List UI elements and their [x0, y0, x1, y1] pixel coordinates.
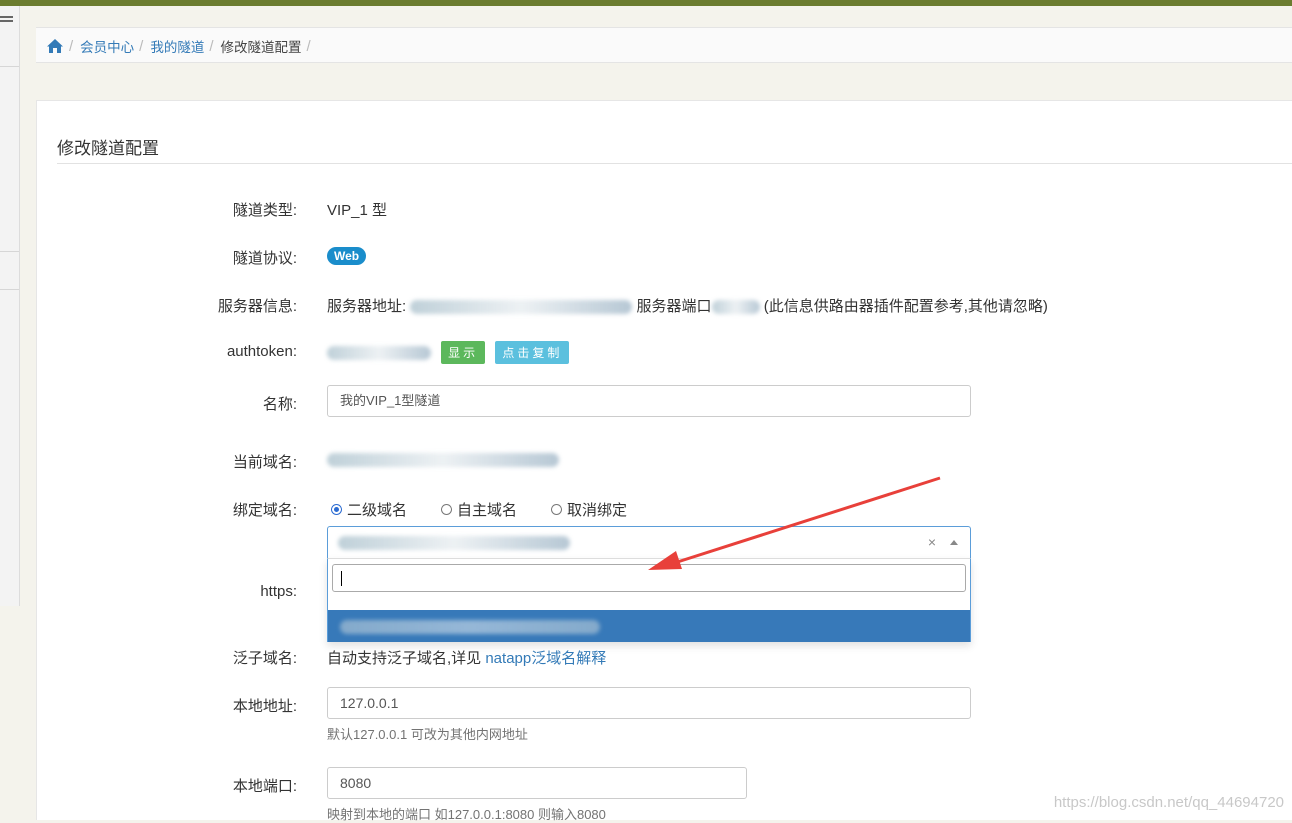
radio-unbind-dot[interactable] [551, 504, 563, 515]
breadcrumb-separator: / [139, 37, 144, 55]
radio-custom-domain-label: 自主域名 [457, 502, 518, 519]
breadcrumb-separator: / [69, 37, 74, 55]
tunnel-type-label: 隧道类型: [232, 202, 297, 219]
wildcard-value: 自动支持泛子域名,详见 natapp泛域名解释 [327, 647, 606, 668]
server-info-note: (此信息供路由器插件配置参考,其他请忽略) [763, 298, 1048, 315]
top-accent-bar [0, 0, 1292, 6]
page-title: 修改隧道配置 [57, 139, 159, 158]
copy-token-button[interactable]: 点击复制 [495, 341, 570, 364]
breadcrumb-separator: / [306, 37, 311, 55]
chevron-up-icon[interactable] [950, 540, 958, 545]
radio-subdomain[interactable]: 二级域名 [331, 499, 407, 520]
local-addr-help: 默认127.0.0.1 可改为其他内网地址 [327, 727, 528, 742]
menu-icon[interactable] [0, 16, 13, 18]
name-label: 名称: [262, 396, 297, 413]
redacted-server-addr [410, 300, 633, 315]
watermark: https://blog.csdn.net/qq_44694720 [1053, 794, 1284, 811]
authtoken-value: 显示 点击复制 [327, 341, 570, 364]
radio-custom-domain[interactable]: 自主域名 [441, 499, 517, 520]
redacted-current-domain [327, 453, 559, 468]
protocol-label: 隧道协议: [232, 250, 297, 267]
clear-selection-icon[interactable]: × [928, 534, 936, 550]
breadcrumb: / 会员中心 / 我的隧道 / 修改隧道配置 / [36, 27, 1292, 63]
wildcard-text: 自动支持泛子域名,详见 [327, 650, 486, 667]
sidebar-collapsed[interactable] [0, 6, 20, 606]
breadcrumb-separator: / [209, 37, 214, 55]
domain-search-input[interactable] [332, 564, 966, 592]
server-info-value: 服务器地址: 服务器端口 (此信息供路由器插件配置参考,其他请忽略) [327, 295, 1048, 316]
authtoken-label: authtoken: [226, 343, 297, 360]
radio-custom-domain-dot[interactable] [441, 504, 453, 515]
local-addr-input[interactable]: 127.0.0.1 [327, 687, 971, 719]
radio-unbind[interactable]: 取消绑定 [551, 499, 627, 520]
sidebar-divider [0, 251, 19, 252]
https-label: https: [260, 583, 297, 600]
name-input[interactable]: 我的VIP_1型隧道 [327, 385, 971, 417]
current-domain-value[interactable] [327, 451, 559, 468]
breadcrumb-member-center[interactable]: 会员中心 [80, 36, 134, 56]
sidebar-divider [0, 289, 19, 290]
redacted-selected-domain [338, 536, 570, 550]
domain-select[interactable]: × [327, 526, 971, 558]
sidebar-divider [0, 66, 19, 67]
server-addr-prefix: 服务器地址: [327, 298, 407, 315]
bind-domain-label: 绑定域名: [232, 502, 297, 519]
text-cursor [341, 571, 342, 586]
tunnel-type-value: VIP_1 型 [327, 202, 388, 219]
local-port-label: 本地端口: [232, 778, 297, 795]
breadcrumb-current: 修改隧道配置 [220, 40, 302, 55]
redacted-domain-option [340, 620, 600, 634]
bind-domain-radio-group: 二级域名 自主域名 取消绑定 [331, 499, 627, 520]
title-divider [57, 163, 1292, 164]
radio-subdomain-label: 二级域名 [347, 502, 408, 519]
radio-subdomain-dot[interactable] [331, 504, 342, 515]
domain-dropdown [327, 558, 971, 642]
local-addr-label: 本地地址: [232, 698, 297, 715]
server-port-prefix: 服务器端口 [636, 298, 712, 315]
domain-option-highlighted[interactable] [328, 610, 970, 642]
show-token-button[interactable]: 显示 [441, 341, 486, 364]
web-badge: Web [327, 247, 367, 265]
server-info-label: 服务器信息: [217, 298, 297, 315]
home-icon[interactable] [46, 38, 64, 54]
main-panel: 修改隧道配置 隧道类型: VIP_1 型 隧道协议: Web 服务器信息: 服务… [36, 100, 1292, 822]
wildcard-label: 泛子域名: [232, 650, 297, 667]
current-domain-label: 当前域名: [232, 454, 297, 471]
local-port-help: 映射到本地的端口 如127.0.0.1:8080 则输入8080 [327, 807, 606, 822]
breadcrumb-my-tunnels[interactable]: 我的隧道 [150, 36, 204, 56]
redacted-server-port [711, 300, 760, 315]
radio-unbind-label: 取消绑定 [567, 502, 628, 519]
redacted-authtoken [327, 345, 431, 360]
local-port-input[interactable]: 8080 [327, 767, 747, 799]
wildcard-doc-link[interactable]: natapp泛域名解释 [485, 650, 606, 667]
